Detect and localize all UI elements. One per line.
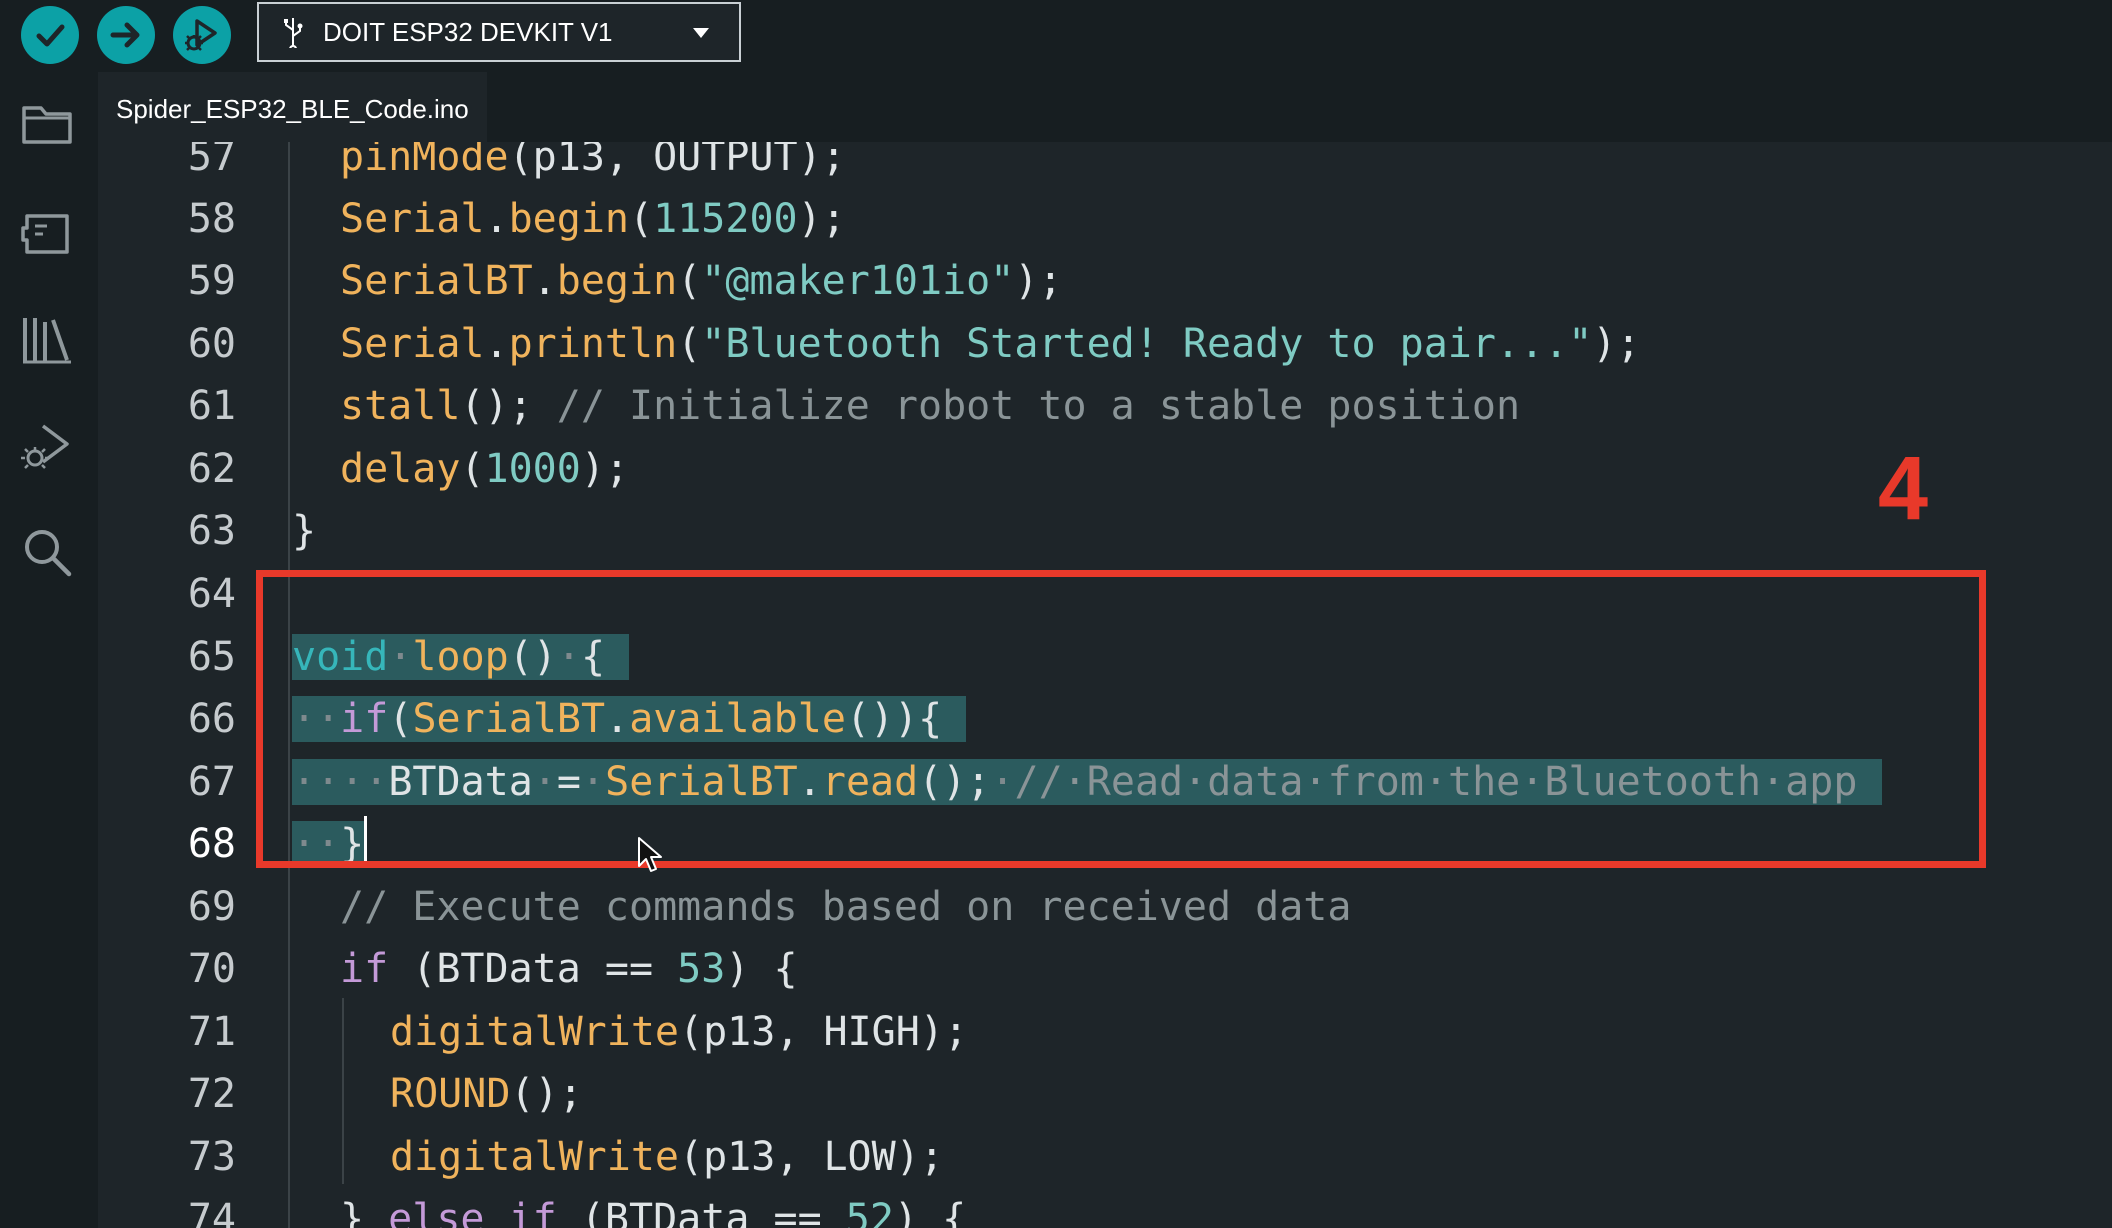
code-text: delay(1000); [340,446,630,492]
search-icon[interactable] [19,524,75,580]
tab-bar: Spider_ESP32_BLE_Code.ino [98,72,2112,144]
code-editor[interactable]: 57 pinMode(p13, OUTPUT); 58 Serial.begin… [98,142,2112,1228]
line-number: 70 [187,946,236,992]
toolbar: DOIT ESP32 DEVKIT V1 [0,0,2112,72]
code-text: ··} [292,813,368,875]
code-line-62: 62 delay(1000); [98,438,2112,500]
upload-button[interactable] [97,6,155,64]
code-text: void·loop()·{ [292,634,630,680]
code-line-58: 58 Serial.begin(115200); [98,188,2112,250]
code-text: digitalWrite(p13, LOW); [390,1134,944,1180]
library-icon[interactable] [19,312,75,368]
line-number: 62 [187,446,236,492]
folder-icon[interactable] [19,96,75,152]
code-text: stall(); // Initialize robot to a stable… [340,383,1521,429]
code-line-69: 69 // Execute commands based on received… [98,876,2112,938]
line-number: 59 [187,258,236,304]
line-number: 60 [187,321,236,367]
code-text: Serial.begin(115200); [340,196,846,242]
code-text: digitalWrite(p13, HIGH); [390,1009,968,1055]
code-line-57: 57 pinMode(p13, OUTPUT); [98,142,2112,188]
code-line-59: 59 SerialBT.begin("@maker101io"); [98,250,2112,312]
indent-guide [342,998,344,1184]
line-number: 67 [187,759,236,805]
code-line-70: 70 if (BTData == 53) { [98,938,2112,1000]
board-selector[interactable]: DOIT ESP32 DEVKIT V1 [257,2,741,62]
code-text: } else if (BTData == 52) { [340,1196,967,1228]
tab-filename: Spider_ESP32_BLE_Code.ino [116,93,469,124]
code-text: pinMode(p13, OUTPUT); [340,142,846,180]
line-number: 72 [187,1071,236,1117]
line-number: 61 [187,383,236,429]
sidebar [0,72,98,1228]
code-line-61: 61 stall(); // Initialize robot to a sta… [98,375,2112,437]
line-number: 68 [187,821,236,867]
board-manager-icon[interactable] [19,206,75,262]
checkmark-icon [36,24,65,47]
line-number: 73 [187,1134,236,1180]
code-line-73: 73 digitalWrite(p13, LOW); [98,1126,2112,1188]
code-text: ··if(SerialBT.available()){ [292,696,967,742]
board-name: DOIT ESP32 DEVKIT V1 [323,16,613,47]
code-text: } [292,508,317,554]
text-cursor [364,816,368,868]
code-line-64: 64 [98,563,2112,625]
arrow-right-icon [110,22,140,48]
code-text: if (BTData == 53) { [340,946,798,992]
line-number: 66 [187,696,236,742]
debug-button[interactable] [173,6,231,64]
code-line-68: 68 ··} [98,813,2112,875]
line-number: 74 [187,1196,236,1228]
code-text: // Execute commands based on received da… [340,884,1352,930]
code-line-66: 66 ··if(SerialBT.available()){ [98,688,2112,750]
code-line-72: 72 ROUND(); [98,1063,2112,1125]
verify-button[interactable] [21,6,79,64]
tab-sketch-file[interactable]: Spider_ESP32_BLE_Code.ino [98,72,487,144]
line-number: 63 [187,508,236,554]
line-number: 58 [187,196,236,242]
debug-icon[interactable] [19,418,75,474]
code-line-60: 60 Serial.println("Bluetooth Started! Re… [98,313,2112,375]
debug-icon [185,19,217,51]
code-text: ····BTData·=·SerialBT.read();·//·Read·da… [292,751,1882,813]
code-line-71: 71 digitalWrite(p13, HIGH); [98,1001,2112,1063]
code-text: ROUND(); [390,1071,583,1117]
code-line-65: 65 void·loop()·{ [98,626,2112,688]
line-number: 57 [187,142,236,180]
code-text: Serial.println("Bluetooth Started! Ready… [340,321,1641,367]
annotation-step-number: 4 [1878,439,1929,539]
chevron-down-icon[interactable] [693,28,709,38]
line-number: 65 [187,634,236,680]
code-line-63: 63 } [98,500,2112,562]
line-number: 69 [187,884,236,930]
code-line-74: 74 } else if (BTData == 52) { [98,1188,2112,1228]
line-number: 64 [187,571,236,617]
code-line-67: 67 ····BTData·=·SerialBT.read();·//·Read… [98,751,2112,813]
code-text: SerialBT.begin("@maker101io"); [340,258,1063,304]
mouse-pointer-icon [638,837,662,872]
line-number: 71 [187,1009,236,1055]
usb-icon [284,18,303,48]
